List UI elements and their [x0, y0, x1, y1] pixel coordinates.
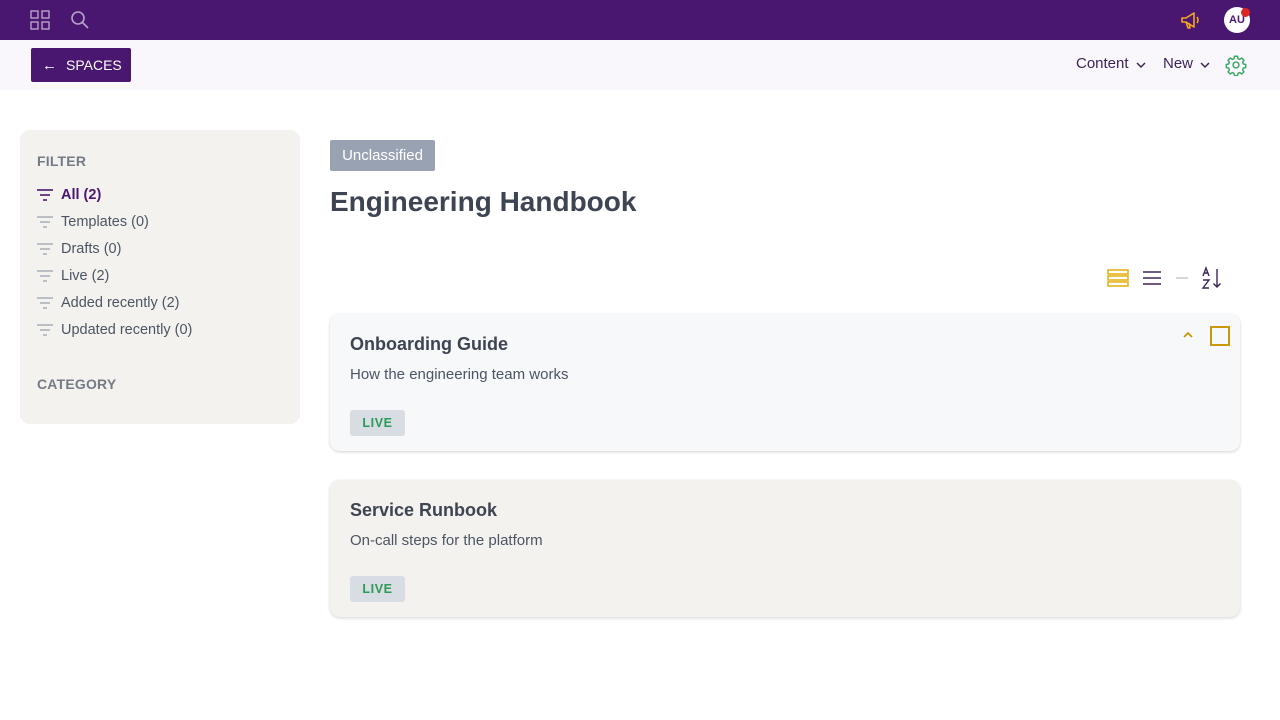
filter-item-label: Live (2) — [61, 268, 110, 284]
chevron-up-icon[interactable] — [1181, 328, 1195, 342]
filter-item-updated-recently[interactable]: Updated recently (0) — [37, 320, 192, 340]
filter-item-label: Templates (0) — [61, 214, 149, 230]
card-description: On-call steps for the platform — [350, 532, 543, 549]
notification-dot — [1241, 8, 1250, 17]
list-view-icon[interactable] — [1140, 266, 1164, 290]
filter-item-label: Added recently (2) — [61, 295, 180, 311]
filter-item-drafts[interactable]: Drafts (0) — [37, 239, 121, 259]
back-to-spaces-button[interactable]: ← SPACES — [31, 48, 131, 82]
filter-heading: FILTER — [37, 153, 87, 169]
filter-item-label: Updated recently (0) — [61, 322, 193, 338]
status-badge: LIVE — [350, 410, 405, 436]
filter-icon — [37, 324, 53, 336]
megaphone-icon[interactable] — [1178, 8, 1202, 32]
sort-alphabetical-icon[interactable] — [1200, 266, 1224, 290]
top-bar — [0, 0, 1280, 40]
card-description: How the engineering team works — [350, 366, 569, 383]
status-badge: LIVE — [350, 576, 405, 602]
collapse-all-icon[interactable] — [1170, 266, 1194, 290]
content-card[interactable]: Onboarding Guide How the engineering tea… — [330, 314, 1240, 451]
arrow-left-icon: ← — [42, 56, 57, 74]
chevron-down-icon — [1200, 61, 1210, 68]
card-title[interactable]: Onboarding Guide — [350, 334, 508, 355]
category-heading: CATEGORY — [37, 376, 117, 392]
filter-icon — [37, 297, 53, 309]
select-checkbox[interactable] — [1210, 326, 1230, 346]
filter-item-added-recently[interactable]: Added recently (2) — [37, 293, 179, 313]
page-title: Engineering Handbook — [330, 186, 637, 217]
apps-grid-icon[interactable] — [28, 8, 52, 32]
filter-icon — [37, 189, 53, 201]
filter-item-label: All (2) — [61, 187, 102, 203]
new-menu-label: New — [1163, 55, 1194, 72]
card-title[interactable]: Service Runbook — [350, 500, 497, 521]
content-menu[interactable]: Content — [1076, 55, 1146, 72]
filter-icon — [37, 243, 53, 255]
search-icon[interactable] — [68, 8, 92, 32]
filter-sidebar: FILTER All (2) Templates (0) Drafts (0) … — [20, 130, 300, 424]
filter-icon — [37, 216, 53, 228]
back-button-label: SPACES — [66, 57, 122, 73]
settings-gear-icon[interactable] — [1225, 54, 1247, 76]
card-view-icon[interactable] — [1106, 266, 1130, 290]
filter-item-label: Drafts (0) — [61, 241, 122, 257]
filter-item-all[interactable]: All (2) — [37, 185, 101, 205]
content-card[interactable]: Service Runbook On-call steps for the pl… — [330, 480, 1240, 617]
classification-badge: Unclassified — [330, 140, 435, 171]
filter-icon — [37, 270, 53, 282]
new-menu[interactable]: New — [1163, 55, 1210, 72]
chevron-down-icon — [1136, 61, 1146, 68]
content-menu-label: Content — [1076, 55, 1129, 72]
filter-item-templates[interactable]: Templates (0) — [37, 212, 149, 232]
filter-item-live[interactable]: Live (2) — [37, 266, 109, 286]
